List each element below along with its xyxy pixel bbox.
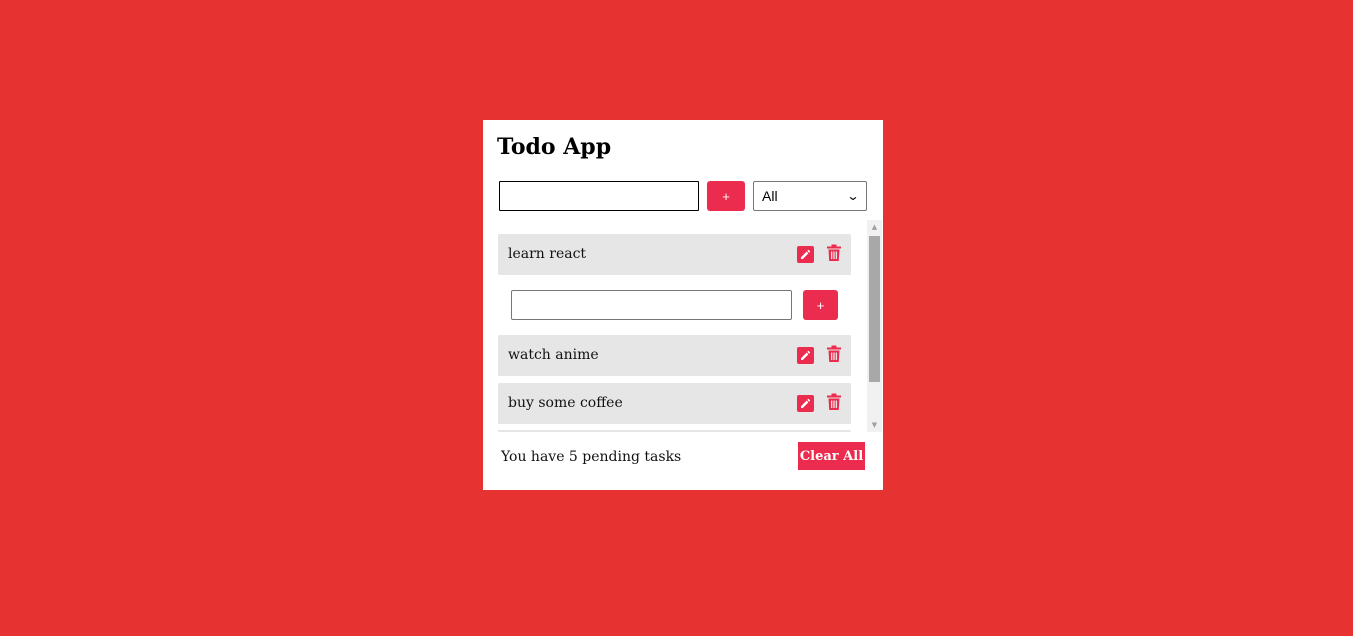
filter-selected-value: All — [762, 188, 778, 204]
todo-list: learn react + watch anime buy some coffe… — [498, 220, 852, 432]
todo-item-text: watch anime — [508, 347, 599, 363]
edit-todo-row: + — [498, 290, 851, 330]
list-scrollbar[interactable]: ▲ ▼ — [867, 220, 882, 432]
save-edit-button[interactable]: + — [803, 290, 838, 320]
new-todo-input[interactable] — [499, 181, 699, 211]
trash-icon[interactable] — [826, 393, 842, 411]
scroll-down-arrow-icon[interactable]: ▼ — [867, 418, 882, 432]
todo-item — [498, 430, 851, 432]
pending-tasks-count: You have 5 pending tasks — [501, 449, 682, 465]
trash-icon[interactable] — [826, 345, 842, 363]
todo-item-text: learn react — [508, 246, 587, 262]
todo-card: Todo App + All ⌄ learn react + watch ani… — [483, 120, 883, 490]
pencil-icon[interactable] — [797, 347, 814, 364]
pencil-icon[interactable] — [797, 246, 814, 263]
pencil-icon[interactable] — [797, 395, 814, 412]
add-todo-button[interactable]: + — [707, 181, 745, 211]
todo-item-text: buy some coffee — [508, 395, 623, 411]
trash-icon[interactable] — [826, 244, 842, 262]
todo-item: watch anime — [498, 335, 851, 376]
scroll-up-arrow-icon[interactable]: ▲ — [867, 220, 882, 234]
clear-all-button[interactable]: Clear All — [798, 442, 865, 470]
chevron-down-icon: ⌄ — [846, 189, 860, 203]
page-title: Todo App — [497, 134, 612, 160]
todo-item: buy some coffee — [498, 383, 851, 424]
edit-todo-input[interactable] — [511, 290, 792, 320]
todo-item: learn react — [498, 234, 851, 275]
scroll-thumb[interactable] — [869, 236, 880, 382]
filter-select[interactable]: All ⌄ — [753, 181, 867, 211]
